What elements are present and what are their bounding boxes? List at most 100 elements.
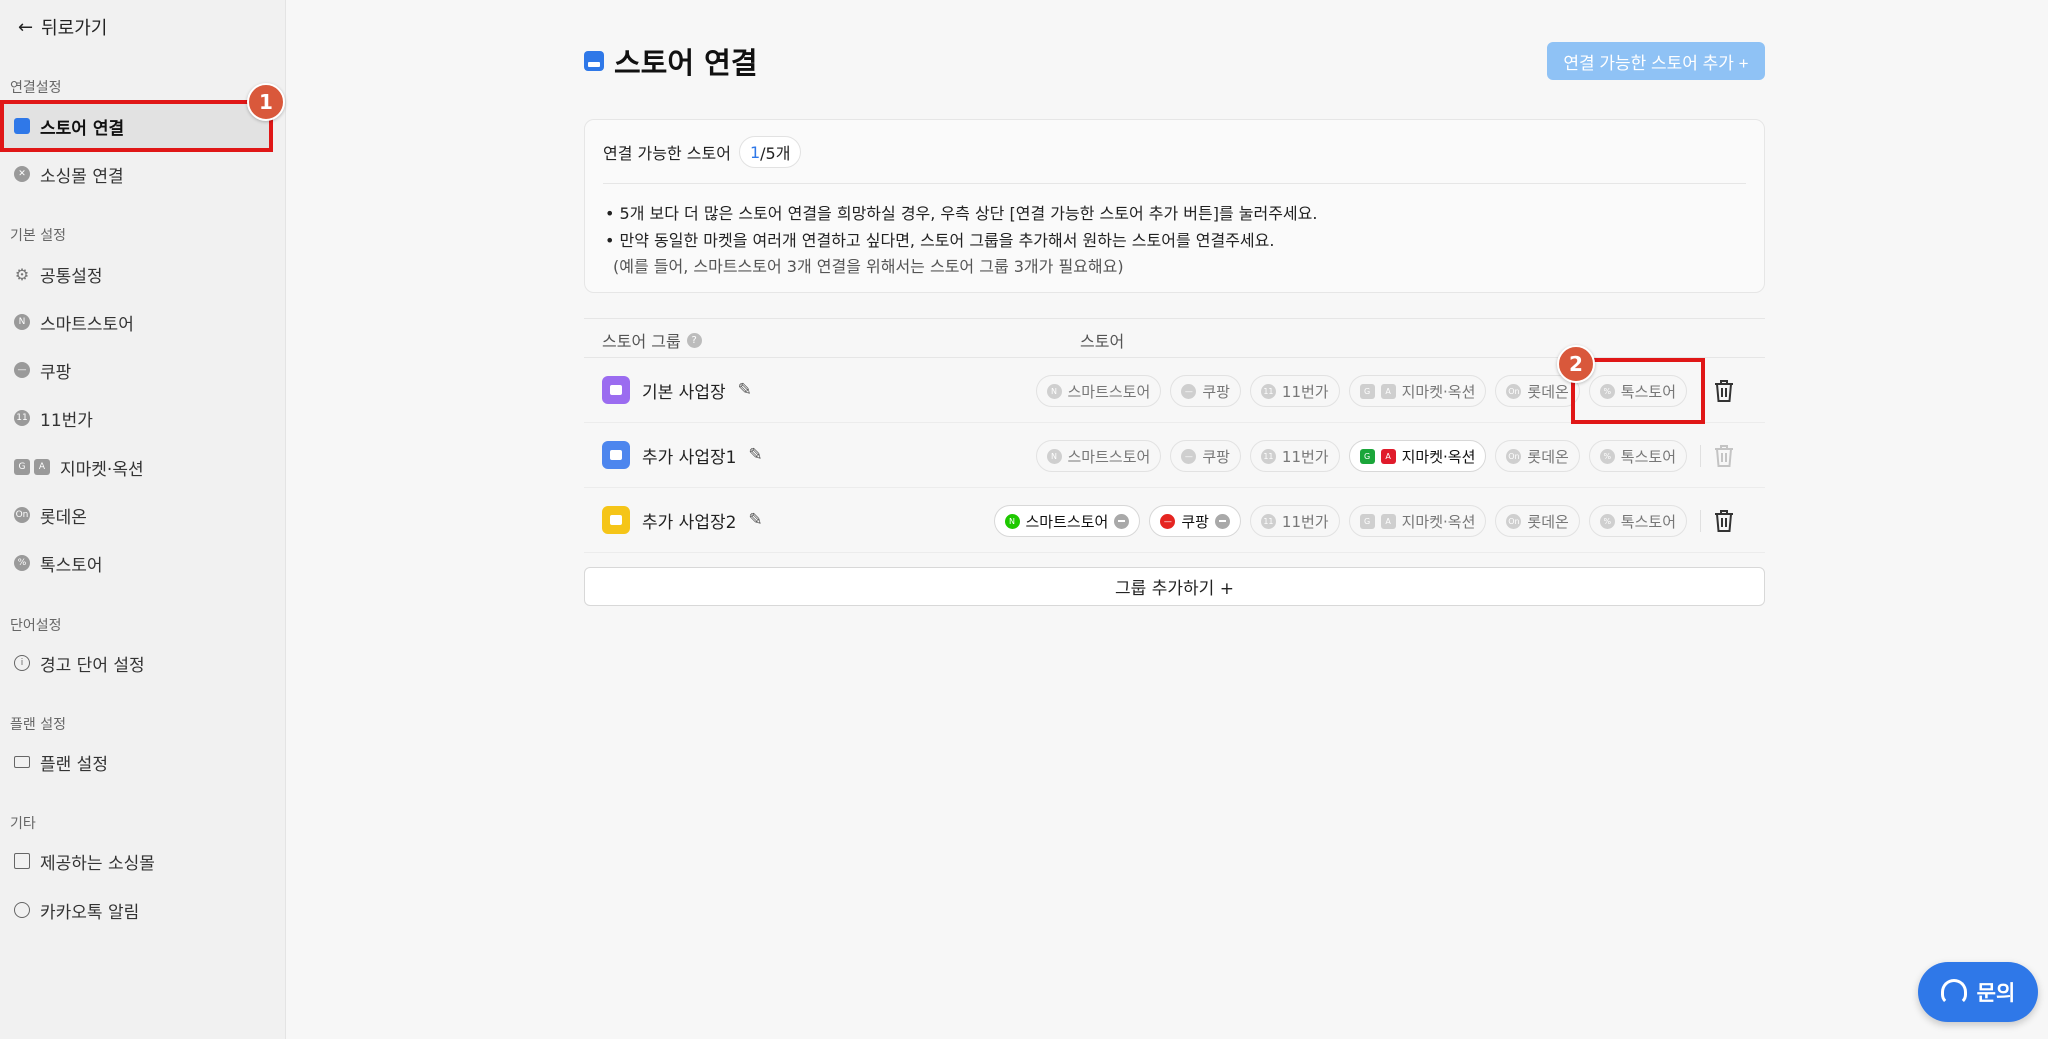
lotteon-icon: On: [14, 507, 30, 523]
sidebar-item-plan[interactable]: 플랜 설정: [14, 747, 108, 777]
chip-toss[interactable]: % 톡스토어: [1588, 375, 1687, 407]
sidebar-item-kakao[interactable]: 카카오톡 알림: [14, 895, 139, 925]
back-button[interactable]: ← 뒤로가기: [18, 14, 107, 40]
sidebar-item-social-connect[interactable]: ✕ 소싱몰 연결: [14, 159, 124, 189]
chip-gmarket[interactable]: G A 지마켓·옥션: [1348, 375, 1487, 407]
toss-icon: %: [1599, 448, 1615, 464]
section-label-connect: 연결설정: [10, 80, 62, 96]
edit-pencil-icon[interactable]: ✎: [748, 510, 762, 530]
chip-11st[interactable]: 11 11번가: [1249, 440, 1340, 472]
chip-coupang[interactable]: — 쿠팡: [1170, 375, 1241, 407]
store-group: 기본 사업장 ✎: [602, 376, 752, 404]
sidebar-item-label: 쿠팡: [40, 362, 72, 383]
store-icon: [584, 51, 604, 71]
sidebar-item-label: 스마트스토어: [40, 314, 134, 335]
info-icon: i: [14, 655, 30, 671]
store-chips: N 스마트스토어 — 쿠팡 11 11번가 G A 지마켓·옥션 On 롯데온 % 톡스토어: [1035, 440, 1687, 472]
remove-icon[interactable]: [1214, 513, 1230, 529]
sidebar-item-lotteon[interactable]: On 롯데온: [14, 500, 87, 530]
help-question-icon[interactable]: ?: [686, 332, 702, 348]
sidebar-item-coupang[interactable]: — 쿠팡: [14, 355, 71, 385]
sidebar-item-11st[interactable]: 11 11번가: [14, 403, 93, 433]
sidebar-item-gmarket[interactable]: G A 지마켓·옥션: [14, 452, 144, 482]
sidebar-item-label: 스토어 연결: [40, 118, 125, 139]
sidebar-item-label: 소싱몰 연결: [40, 166, 124, 187]
sidebar: ← 뒤로가기 연결설정 스토어 연결 ✕ 소싱몰 연결 기본 설정 ⚙ 공통설정…: [0, 0, 286, 1039]
chip-smartstore-connected[interactable]: N 스마트스토어: [993, 505, 1141, 537]
sidebar-item-warning-words[interactable]: i 경고 단어 설정: [14, 648, 145, 678]
chip-label: 11번가: [1281, 512, 1329, 531]
chip-label: 11번가: [1281, 447, 1329, 466]
sidebar-item-toss[interactable]: % 톡스토어: [14, 548, 103, 578]
chip-gmarket[interactable]: G A 지마켓·옥션: [1348, 505, 1487, 537]
chat-bubble-icon: [14, 902, 30, 918]
link-icon: ✕: [14, 166, 30, 182]
store-group-name: 추가 사업장1: [642, 447, 737, 468]
chip-gmarket-connected[interactable]: G A 지마켓·옥션: [1348, 440, 1487, 472]
chip-smartstore[interactable]: N 스마트스토어: [1035, 440, 1162, 472]
chip-11st[interactable]: 11 11번가: [1249, 505, 1340, 537]
help-inquiry-button[interactable]: 문의: [1918, 962, 2038, 1022]
store-count-current: 1: [749, 142, 761, 162]
section-label-plan: 플랜 설정: [10, 717, 66, 733]
chip-coupang[interactable]: — 쿠팡: [1170, 440, 1241, 472]
divider: [1700, 445, 1701, 467]
chip-smartstore[interactable]: N 스마트스토어: [1035, 375, 1162, 407]
chip-label: 롯데온: [1527, 512, 1569, 531]
edit-pencil-icon[interactable]: ✎: [738, 380, 752, 400]
auction-icon: A: [1380, 513, 1396, 529]
chip-label: 스마트스토어: [1067, 447, 1151, 466]
step-badge-2: 2: [1557, 345, 1595, 383]
sidebar-item-label: 경고 단어 설정: [40, 655, 145, 676]
sidebar-item-smartstore[interactable]: N 스마트스토어: [14, 307, 134, 337]
sidebar-item-label: 카카오톡 알림: [40, 902, 140, 923]
chip-label: 롯데온: [1527, 382, 1569, 401]
remove-icon[interactable]: [1114, 513, 1130, 529]
chip-11st[interactable]: 11 11번가: [1249, 375, 1340, 407]
chip-label: 롯데온: [1527, 447, 1569, 466]
naver-icon: N: [1004, 513, 1020, 529]
chip-label: 지마켓·옥션: [1401, 512, 1476, 531]
store-group-icon: [602, 506, 630, 534]
chip-lotteon[interactable]: On 롯데온: [1495, 505, 1580, 537]
eleven-icon: 11: [14, 410, 30, 426]
gear-icon: ⚙: [14, 264, 30, 284]
table-row: 추가 사업장2 ✎ N 스마트스토어 — 쿠팡 11 11번가 G A 지마켓·옥션 On…: [584, 488, 1765, 553]
trash-icon[interactable]: [1713, 379, 1735, 403]
chip-coupang-connected[interactable]: — 쿠팡: [1149, 505, 1241, 537]
help-button-label: 문의: [1976, 982, 2016, 1005]
store-chips: N 스마트스토어 — 쿠팡 11 11번가 G A 지마켓·옥션 On 롯데온 % 톡스토어: [993, 505, 1687, 537]
chip-lotteon[interactable]: On 롯데온: [1495, 440, 1580, 472]
column-header-group: 스토어 그룹 ?: [602, 328, 702, 352]
store-count-pill: 1 /5개: [738, 136, 802, 168]
add-available-store-button[interactable]: 연결 가능한 스토어 추가 +: [1547, 42, 1765, 80]
add-group-button[interactable]: 그룹 추가하기 +: [584, 567, 1765, 606]
headset-icon: [1940, 979, 1967, 1005]
building-icon: [14, 853, 30, 869]
section-label-etc: 기타: [10, 816, 36, 832]
chip-label: 톡스토어: [1620, 512, 1676, 531]
chip-toss[interactable]: % 톡스토어: [1588, 505, 1687, 537]
sidebar-item-common[interactable]: ⚙ 공통설정: [14, 259, 103, 289]
sidebar-item-label: 공통설정: [40, 266, 103, 287]
lotteon-icon: On: [1506, 448, 1522, 464]
info-line-3: (예를 들어, 스마트스토어 3개 연결을 위해서는 스토어 그룹 3개가 필요…: [613, 257, 1124, 276]
eleven-icon: 11: [1260, 448, 1276, 464]
chip-label: 톡스토어: [1620, 447, 1676, 466]
section-label-basic: 기본 설정: [10, 228, 66, 244]
lotteon-icon: On: [1506, 383, 1522, 399]
page-title-text: 스토어 연결: [614, 46, 758, 80]
sidebar-item-label: 11번가: [40, 410, 93, 431]
edit-pencil-icon[interactable]: ✎: [748, 445, 762, 465]
back-label: 뒤로가기: [41, 18, 108, 39]
sidebar-item-provided-malls[interactable]: 제공하는 소싱몰: [14, 846, 155, 876]
auction-icon: A: [34, 459, 50, 475]
trash-icon: [1715, 445, 1733, 467]
sidebar-item-store-connect[interactable]: 스토어 연결: [14, 111, 124, 141]
coupang-icon: —: [14, 362, 30, 378]
info-line-1: • 5개 보다 더 많은 스토어 연결을 희망하실 경우, 우측 상단 [연결 …: [605, 204, 1318, 223]
chip-toss[interactable]: % 톡스토어: [1588, 440, 1687, 472]
store-group-name: 기본 사업장: [642, 382, 726, 403]
trash-icon[interactable]: [1713, 509, 1735, 533]
step-badge-1: 1: [247, 83, 285, 121]
